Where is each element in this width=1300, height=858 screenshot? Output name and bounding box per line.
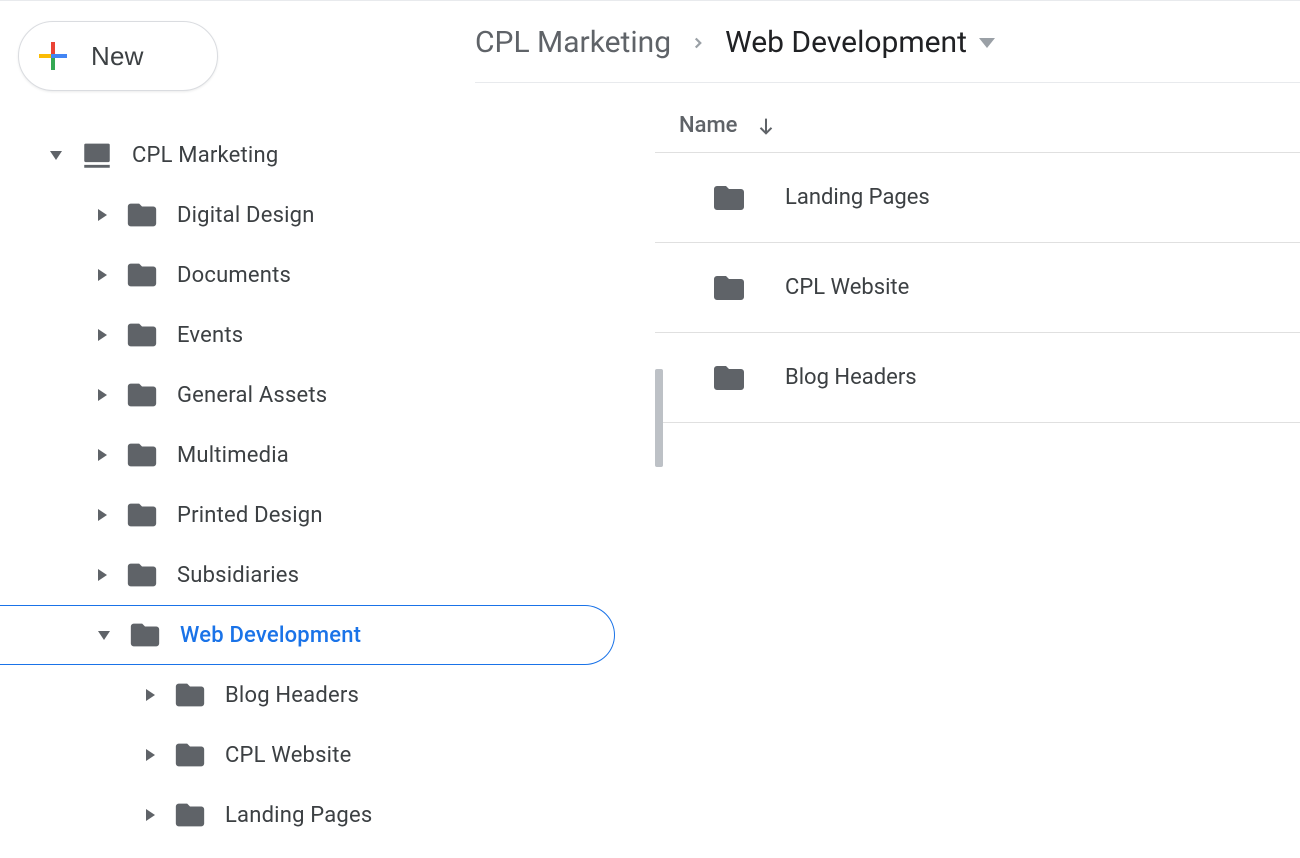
- tree-item-label: General Assets: [177, 383, 327, 408]
- tree-item-subsidiaries[interactable]: Subsidiaries: [0, 545, 655, 605]
- chevron-right-icon: [98, 209, 107, 221]
- tree-item-label: Blog Headers: [225, 683, 359, 708]
- tree-item-events[interactable]: Events: [0, 305, 655, 365]
- tree-item-blog-headers[interactable]: Blog Headers: [0, 665, 655, 725]
- folder-icon: [711, 270, 747, 306]
- breadcrumb-current-label: Web Development: [725, 25, 967, 60]
- chevron-right-icon: [98, 449, 107, 461]
- column-header-label: Name: [679, 113, 737, 138]
- tree-item-label: CPL Website: [225, 743, 351, 768]
- tree-root-label: CPL Marketing: [132, 143, 278, 168]
- caret-down-icon: [979, 38, 995, 48]
- tree-item-label: Landing Pages: [225, 803, 372, 828]
- chevron-down-icon: [50, 151, 62, 160]
- folder-tree: CPL Marketing Digital Design Documents: [0, 125, 655, 845]
- list-item[interactable]: Landing Pages: [655, 153, 1300, 243]
- tree-item-landing-pages[interactable]: Landing Pages: [0, 785, 655, 845]
- list-item-name: Landing Pages: [785, 185, 930, 210]
- chevron-right-icon: [146, 809, 155, 821]
- tree-item-web-development[interactable]: Web Development: [0, 605, 615, 665]
- chevron-down-icon: [98, 631, 110, 640]
- chevron-right-icon: [98, 329, 107, 341]
- folder-icon: [711, 360, 747, 396]
- tree-item-printed-design[interactable]: Printed Design: [0, 485, 655, 545]
- chevron-right-icon: [98, 389, 107, 401]
- tree-item-label: Multimedia: [177, 443, 289, 468]
- chevron-right-icon: [98, 509, 107, 521]
- main-content: CPL Marketing Web Development Name Landi…: [655, 1, 1300, 858]
- tree-item-label: Digital Design: [177, 203, 315, 228]
- folder-icon: [173, 798, 207, 832]
- folder-icon: [173, 678, 207, 712]
- breadcrumb: CPL Marketing Web Development: [475, 1, 1300, 83]
- list-item[interactable]: CPL Website: [655, 243, 1300, 333]
- folder-icon: [125, 438, 159, 472]
- chevron-right-icon: [98, 569, 107, 581]
- folder-icon: [125, 558, 159, 592]
- tree-item-label: Printed Design: [177, 503, 323, 528]
- chevron-right-icon: [146, 749, 155, 761]
- folder-icon: [128, 618, 162, 652]
- folder-icon: [711, 180, 747, 216]
- folder-icon: [125, 378, 159, 412]
- folder-icon: [173, 738, 207, 772]
- tree-item-multimedia[interactable]: Multimedia: [0, 425, 655, 485]
- file-list: Landing Pages CPL Website Blog Headers: [655, 153, 1300, 423]
- chevron-right-icon: [98, 269, 107, 281]
- list-item-name: Blog Headers: [785, 365, 917, 390]
- new-button-label: New: [91, 41, 144, 72]
- tree-item-documents[interactable]: Documents: [0, 245, 655, 305]
- tree-item-label: Web Development: [180, 623, 361, 648]
- folder-icon: [125, 498, 159, 532]
- tree-item-cpl-website[interactable]: CPL Website: [0, 725, 655, 785]
- tree-item-general-assets[interactable]: General Assets: [0, 365, 655, 425]
- sidebar-resize-handle[interactable]: [655, 369, 663, 467]
- tree-item-label: Subsidiaries: [177, 563, 299, 588]
- new-button[interactable]: New: [18, 21, 218, 91]
- list-item[interactable]: Blog Headers: [655, 333, 1300, 423]
- arrow-down-icon: [755, 115, 777, 137]
- chevron-right-icon: [689, 25, 707, 60]
- list-item-name: CPL Website: [785, 275, 909, 300]
- shared-drive-icon: [80, 138, 114, 172]
- tree-item-label: Documents: [177, 263, 291, 288]
- folder-icon: [125, 318, 159, 352]
- chevron-right-icon: [146, 689, 155, 701]
- breadcrumb-parent[interactable]: CPL Marketing: [475, 25, 671, 60]
- plus-icon: [35, 38, 71, 74]
- folder-icon: [125, 198, 159, 232]
- column-header-name[interactable]: Name: [655, 83, 1300, 153]
- tree-root-cpl-marketing[interactable]: CPL Marketing: [0, 125, 655, 185]
- breadcrumb-current[interactable]: Web Development: [725, 25, 995, 60]
- tree-item-digital-design[interactable]: Digital Design: [0, 185, 655, 245]
- sidebar: New CPL Marketing Digital Design: [0, 1, 655, 858]
- folder-icon: [125, 258, 159, 292]
- tree-item-label: Events: [177, 323, 243, 348]
